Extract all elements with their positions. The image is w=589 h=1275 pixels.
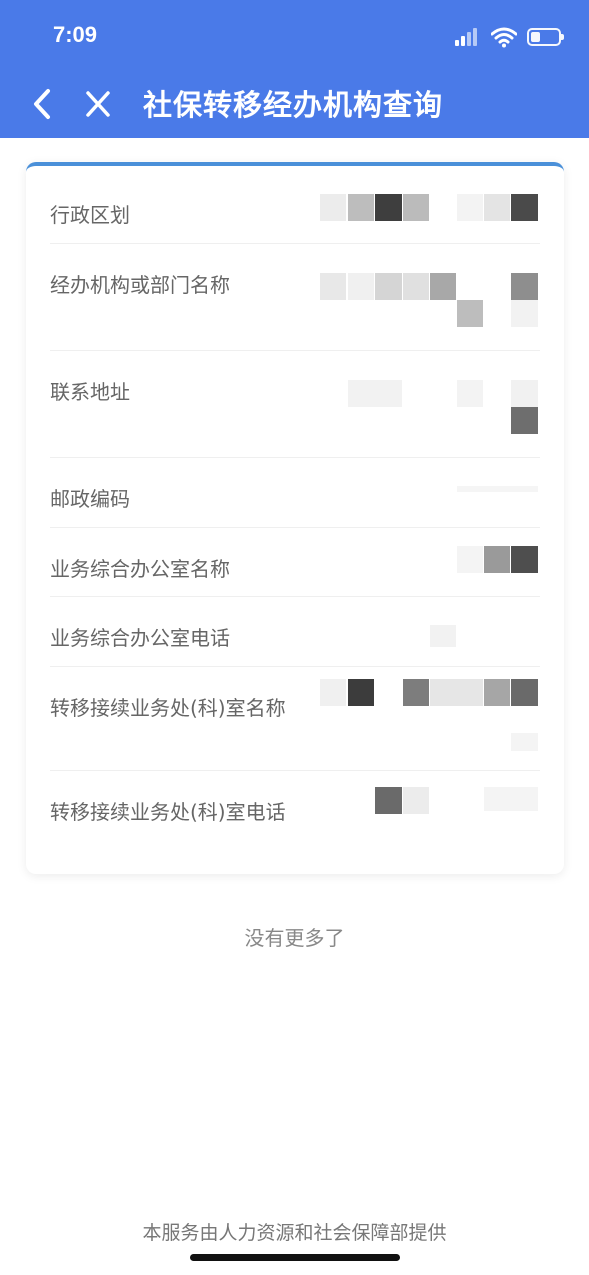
info-row: 业务综合办公室电话	[50, 597, 540, 667]
info-row: 联系地址	[50, 351, 540, 458]
chevron-left-icon[interactable]	[28, 86, 58, 122]
row-label: 联系地址	[50, 380, 130, 404]
home-indicator	[190, 1254, 400, 1261]
no-more-text: 没有更多了	[244, 926, 345, 950]
info-row: 邮政编码	[50, 458, 540, 528]
status-time: 7:09	[53, 22, 98, 47]
redacted-value	[320, 787, 540, 817]
footer-text: 本服务由人力资源和社会保障部提供	[142, 1222, 447, 1244]
result-card: 行政区划 经办机构或部门名称 联系地址 邮政编码 业务综合办公室名称 业务综合办…	[26, 162, 564, 874]
status-icons	[455, 24, 564, 50]
row-label: 行政区划	[50, 203, 130, 227]
close-icon[interactable]	[83, 88, 113, 120]
page-title: 社保转移经办机构查询	[143, 88, 444, 122]
battery-icon	[527, 28, 564, 46]
row-label: 转移接续业务处(科)室名称	[50, 696, 286, 720]
wifi-icon	[491, 27, 517, 48]
row-label: 经办机构或部门名称	[50, 273, 230, 297]
row-label: 业务综合办公室名称	[50, 557, 230, 581]
top-bar: 7:09 社保转移经办机构查询	[0, 0, 589, 138]
redacted-value	[320, 380, 540, 440]
info-row: 业务综合办公室名称	[50, 528, 540, 597]
redacted-value	[320, 625, 540, 649]
redacted-value	[320, 194, 540, 224]
signal-icon	[455, 26, 481, 48]
redacted-value	[320, 546, 540, 576]
row-label: 邮政编码	[50, 487, 130, 511]
row-label: 转移接续业务处(科)室电话	[50, 800, 286, 824]
info-row: 经办机构或部门名称	[50, 244, 540, 351]
info-row: 行政区划	[50, 174, 540, 244]
info-row: 转移接续业务处(科)室电话	[50, 771, 540, 874]
info-row: 转移接续业务处(科)室名称	[50, 667, 540, 771]
row-label: 业务综合办公室电话	[50, 626, 230, 650]
redacted-value	[320, 679, 540, 759]
redacted-value	[320, 486, 540, 506]
redacted-value	[320, 273, 540, 333]
